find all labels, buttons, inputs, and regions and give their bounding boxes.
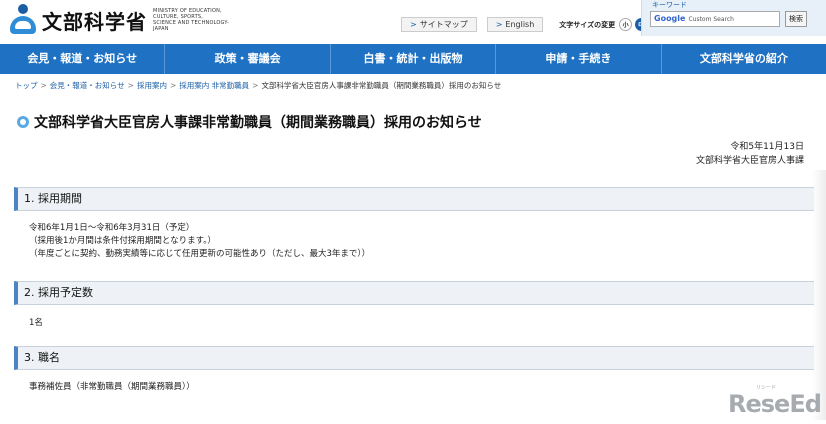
site-logo[interactable]: 文部科学省 MINISTRY OF EDUCATION, CULTURE, SP… <box>10 4 243 36</box>
publish-date: 令和5年11月13日 <box>730 142 804 152</box>
chevron-right-icon: > <box>495 20 503 29</box>
keyword-label: キーワード <box>652 1 687 9</box>
page-title-text: 文部科学省大臣官房人事課非常勤職員（期間業務職員）採用のお知らせ <box>34 115 482 131</box>
section-heading-period: 1. 採用期間 <box>14 187 814 211</box>
sitemap-link[interactable]: > サイトマップ <box>401 17 477 32</box>
nav-item-applications[interactable]: 申請・手続き <box>496 44 662 74</box>
font-size-small-button[interactable]: 小 <box>619 18 633 31</box>
position-value: 事務補佐員（非常勤職員（期間業務職員）） <box>29 382 195 392</box>
search-placeholder: Custom Search <box>688 16 734 23</box>
site-header: 文部科学省 MINISTRY OF EDUCATION, CULTURE, SP… <box>0 0 826 44</box>
breadcrumb-current: 文部科学省大臣官房人事課非常勤職員（期間業務職員）採用のお知らせ <box>261 81 502 90</box>
font-size-label: 文字サイズの変更 <box>559 20 616 29</box>
logo-text: 文部科学省 <box>42 9 147 34</box>
section-heading-headcount: 2. 採用予定数 <box>14 281 814 305</box>
period-note: （採用後1か月間は条件付採用期間となります。） <box>29 236 217 246</box>
search-input[interactable]: Google Custom Search <box>650 11 780 27</box>
breadcrumb-item-parttime[interactable]: 採用案内 非常勤職員 <box>179 81 249 90</box>
breadcrumb-item-recruit[interactable]: 採用案内 <box>137 81 167 90</box>
page-edge-shadow <box>812 170 826 420</box>
logo-english: MINISTRY OF EDUCATION, CULTURE, SPORTS, … <box>153 8 230 32</box>
search-button[interactable]: 検索 <box>785 11 807 27</box>
search-panel: キーワード Google Custom Search 検索 <box>641 0 826 36</box>
nav-item-policy[interactable]: 政策・審議会 <box>165 44 331 74</box>
page-title: 文部科学省大臣官房人事課非常勤職員（期間業務職員）採用のお知らせ <box>17 112 482 132</box>
nav-item-publications[interactable]: 白書・統計・出版物 <box>331 44 497 74</box>
breadcrumb-separator-icon: > <box>169 81 177 90</box>
utility-links: >サイトマップ >English 文字サイズの変更 小 中 大 <box>401 17 667 32</box>
breadcrumb-separator-icon: > <box>127 81 134 90</box>
google-logo: Google <box>654 14 686 23</box>
global-nav: 会見・報道・お知らせ 政策・審議会 白書・統計・出版物 申請・手続き 文部科学省… <box>0 44 826 74</box>
breadcrumb: トップ > 会見・報道・お知らせ > 採用案内 > 採用案内 非常勤職員 > 文部科学省大臣官房… <box>15 80 501 91</box>
department-name: 文部科学省大臣官房人事課 <box>695 156 804 166</box>
breadcrumb-separator-icon: > <box>252 81 259 90</box>
section-body-period: 令和6年1月1日～令和6年3月31日（予定） （採用後1か月間は条件付採用期間と… <box>29 222 370 261</box>
watermark-logo: ReseEd <box>728 390 822 418</box>
section-body-headcount: 1名 <box>29 317 43 330</box>
nav-item-about[interactable]: 文部科学省の紹介 <box>662 44 826 74</box>
breadcrumb-item-press[interactable]: 会見・報道・お知らせ <box>50 81 125 90</box>
period-line: 令和6年1月1日～令和6年3月31日（予定） <box>29 223 195 233</box>
section-body-position: 事務補佐員（非常勤職員（期間業務職員）） <box>29 381 195 394</box>
mext-logo-icon <box>10 4 36 36</box>
nav-item-press[interactable]: 会見・報道・お知らせ <box>0 44 166 74</box>
breadcrumb-item-top[interactable]: トップ <box>15 81 38 90</box>
circle-bullet-icon <box>17 116 29 128</box>
english-link[interactable]: > English <box>486 17 544 32</box>
chevron-right-icon: > <box>410 20 417 29</box>
headcount-value: 1名 <box>29 318 43 328</box>
period-note: （年度ごとに契約、勤務実績等に応じて任用更新の可能性あり（ただし、最大3年まで）… <box>29 249 371 259</box>
breadcrumb-separator-icon: > <box>40 81 47 90</box>
section-heading-position: 3. 職名 <box>14 346 814 370</box>
